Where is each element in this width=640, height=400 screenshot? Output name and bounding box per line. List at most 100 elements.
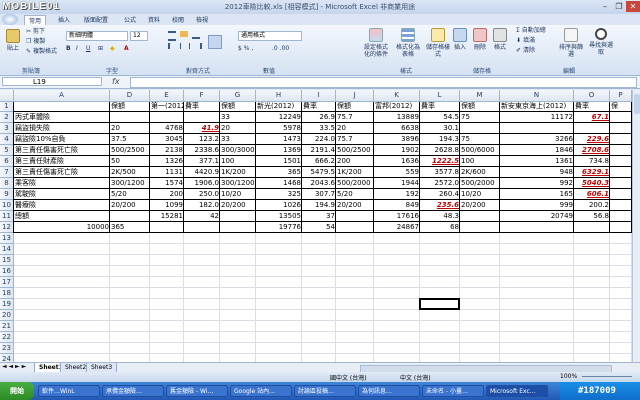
align-bottom-icon[interactable] bbox=[192, 31, 200, 39]
active-cell-selection[interactable] bbox=[419, 298, 460, 310]
taskbar-button[interactable]: 討論區投稿… bbox=[294, 385, 356, 397]
fill-button[interactable]: ⬇ 填滿 bbox=[516, 37, 535, 44]
row-header[interactable]: 18 bbox=[0, 288, 14, 299]
border-icon[interactable]: ⊞ bbox=[98, 45, 103, 52]
row-header[interactable]: 17 bbox=[0, 277, 14, 288]
paste-button[interactable]: 貼上 bbox=[4, 29, 22, 52]
column-header[interactable]: P bbox=[610, 90, 632, 101]
column-header[interactable]: N bbox=[500, 90, 574, 101]
row-header[interactable]: 11 bbox=[0, 211, 14, 222]
row-header[interactable]: 22 bbox=[0, 332, 14, 343]
decimal-icon[interactable]: .0 .00 bbox=[272, 45, 289, 52]
insert-function-icon[interactable]: fx bbox=[112, 77, 120, 86]
zoom-slider[interactable] bbox=[582, 376, 632, 377]
name-box[interactable]: L19 bbox=[2, 77, 102, 86]
row-header[interactable]: 1 bbox=[0, 101, 14, 112]
row-header[interactable]: 16 bbox=[0, 266, 14, 277]
worksheet-grid[interactable]: 1保額第一(2012)費率保額新光(2012)費率保額富邦(2012)費率保額新… bbox=[0, 90, 632, 362]
row-header[interactable]: 21 bbox=[0, 321, 14, 332]
underline-button[interactable]: U bbox=[86, 45, 90, 52]
align-right-icon[interactable] bbox=[192, 43, 202, 49]
office-button[interactable] bbox=[2, 14, 18, 25]
row-header[interactable]: 4 bbox=[0, 134, 14, 145]
clear-button[interactable]: ✐ 清除 bbox=[516, 47, 535, 54]
column-header[interactable]: K bbox=[374, 90, 420, 101]
find-select-button[interactable]: 尋找與選取 bbox=[588, 28, 614, 56]
row-header[interactable]: 20 bbox=[0, 310, 14, 321]
taskbar-button[interactable]: 為何訊息… bbox=[358, 385, 420, 397]
row-header[interactable]: 15 bbox=[0, 255, 14, 266]
select-all-corner[interactable] bbox=[0, 90, 14, 101]
column-header[interactable]: O bbox=[574, 90, 610, 101]
column-header[interactable]: M bbox=[460, 90, 500, 101]
cut-button[interactable]: ✂ 剪下 bbox=[26, 28, 45, 35]
tab-formulas[interactable]: 公式 bbox=[124, 15, 136, 24]
close-button[interactable]: ✕ bbox=[626, 1, 640, 12]
tab-insert[interactable]: 插入 bbox=[58, 15, 70, 24]
row-header[interactable]: 8 bbox=[0, 178, 14, 189]
font-name-combo[interactable]: 新細明體 bbox=[66, 31, 128, 41]
taskbar-button[interactable]: Microsoft Exc… bbox=[486, 385, 548, 397]
conditional-format-button[interactable]: 設定格式化的條件 bbox=[362, 28, 390, 58]
column-header[interactable]: G bbox=[220, 90, 256, 101]
tab-review[interactable]: 校閱 bbox=[172, 15, 184, 24]
number-format-combo[interactable]: 通用格式 bbox=[238, 31, 302, 41]
scroll-thumb[interactable] bbox=[634, 94, 640, 114]
currency-icon[interactable]: $ % , bbox=[238, 45, 253, 52]
row-header[interactable]: 19 bbox=[0, 299, 14, 310]
align-left-icon[interactable] bbox=[168, 43, 178, 49]
row-header[interactable]: 3 bbox=[0, 123, 14, 134]
align-center-icon[interactable] bbox=[180, 43, 190, 49]
format-cells-button[interactable]: 格式 bbox=[492, 28, 508, 51]
column-header[interactable]: L bbox=[420, 90, 460, 101]
italic-button[interactable]: I bbox=[76, 45, 78, 52]
font-color-icon[interactable]: A bbox=[124, 45, 129, 52]
row-header[interactable]: 10 bbox=[0, 200, 14, 211]
taskbar-button[interactable]: 未命名 - 小畫… bbox=[422, 385, 484, 397]
tab-home[interactable]: 常用 bbox=[24, 15, 47, 25]
row-header[interactable]: 12 bbox=[0, 222, 14, 233]
fill-color-icon[interactable]: ◆ bbox=[110, 45, 115, 52]
column-header[interactable]: I bbox=[302, 90, 336, 101]
align-top-icon[interactable] bbox=[168, 31, 176, 41]
delete-cells-button[interactable]: 刪除 bbox=[472, 28, 488, 51]
zoom-level[interactable]: 100% bbox=[560, 373, 577, 380]
row-header[interactable]: 14 bbox=[0, 244, 14, 255]
row-header[interactable]: 7 bbox=[0, 167, 14, 178]
row-header[interactable]: 9 bbox=[0, 189, 14, 200]
tab-data[interactable]: 資料 bbox=[148, 15, 160, 24]
column-header[interactable]: E bbox=[150, 90, 184, 101]
row-header[interactable]: 13 bbox=[0, 233, 14, 244]
formula-input[interactable] bbox=[130, 77, 637, 88]
restore-button[interactable]: ❐ bbox=[612, 1, 626, 12]
sheet-nav-icon[interactable]: ◄ ◄ ► ► bbox=[2, 363, 26, 370]
column-header[interactable]: F bbox=[184, 90, 220, 101]
wrap-text-icon[interactable] bbox=[208, 35, 222, 49]
sort-filter-button[interactable]: 排序與篩選 bbox=[558, 28, 584, 58]
row-header[interactable]: 23 bbox=[0, 343, 14, 354]
taskbar-button[interactable]: Google 站內… bbox=[230, 385, 292, 397]
font-size-combo[interactable]: 12 bbox=[130, 31, 148, 41]
taskbar-button[interactable]: 軟件…WinL bbox=[38, 385, 100, 397]
taskbar-button[interactable]: 承攬金額險… bbox=[102, 385, 164, 397]
row-header[interactable]: 5 bbox=[0, 145, 14, 156]
copy-button[interactable]: ❐ 複製 bbox=[26, 38, 45, 45]
taskbar-button[interactable]: 舊金額險 - Wi… bbox=[166, 385, 228, 397]
column-header[interactable]: A bbox=[14, 90, 110, 101]
column-header[interactable]: D bbox=[110, 90, 150, 101]
align-middle-icon[interactable] bbox=[180, 31, 188, 37]
tab-page-layout[interactable]: 版面配置 bbox=[84, 15, 108, 24]
format-painter-button[interactable]: ✎ 複製格式 bbox=[26, 48, 57, 55]
column-header[interactable]: H bbox=[256, 90, 302, 101]
column-header[interactable]: J bbox=[336, 90, 374, 101]
row-header[interactable]: 2 bbox=[0, 112, 14, 123]
insert-cells-button[interactable]: 插入 bbox=[452, 28, 468, 51]
minimize-button[interactable]: – bbox=[598, 1, 612, 12]
bold-button[interactable]: B bbox=[66, 45, 71, 52]
cell-styles-button[interactable]: 儲存格樣式 bbox=[426, 28, 450, 58]
row-header[interactable]: 24 bbox=[0, 354, 14, 362]
vertical-scrollbar[interactable] bbox=[632, 90, 640, 362]
tab-view[interactable]: 檢視 bbox=[196, 15, 208, 24]
format-as-table-button[interactable]: 格式化為表格 bbox=[394, 28, 422, 58]
row-header[interactable]: 6 bbox=[0, 156, 14, 167]
